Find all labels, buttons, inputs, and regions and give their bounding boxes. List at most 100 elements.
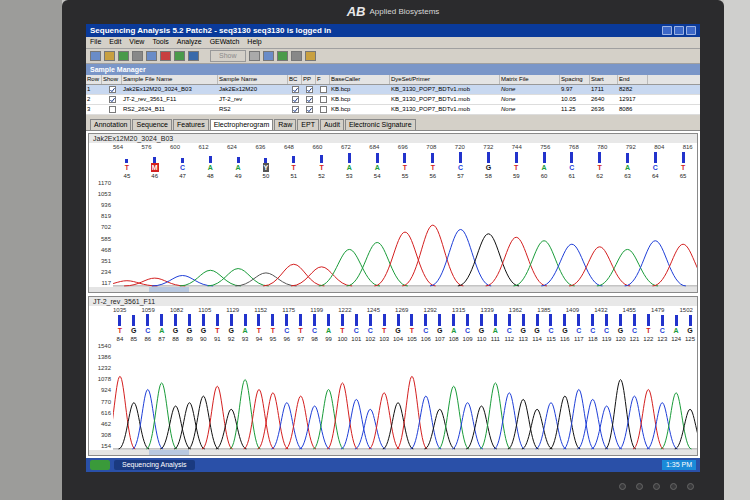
base-call[interactable]: M46 [141, 151, 169, 180]
monitor-button-icon[interactable] [687, 483, 694, 490]
base-call[interactable]: T51 [280, 151, 308, 180]
column-header[interactable]: PP [302, 75, 316, 84]
view-tab[interactable]: Electronic Signature [345, 119, 416, 130]
menu-item[interactable]: GEWatch [210, 37, 240, 48]
base-call[interactable]: C57 [447, 151, 475, 180]
column-header[interactable]: Sample Name [218, 75, 288, 84]
base-call[interactable]: T84 [113, 314, 127, 343]
base-call[interactable]: C98 [308, 314, 322, 343]
checkbox[interactable] [306, 86, 313, 93]
base-call[interactable]: C61 [558, 151, 586, 180]
view-tab[interactable]: Features [173, 119, 209, 130]
column-header[interactable]: DyeSet/Primer [390, 75, 500, 84]
table-row[interactable]: 1Jak2Ex12M20_3024_B03Jak2Ex12M20KB.bcpKB… [86, 85, 700, 95]
tool-icon[interactable] [305, 51, 316, 61]
view-tab[interactable]: Annotation [90, 119, 131, 130]
base-call[interactable]: G89 [183, 314, 197, 343]
menu-item[interactable]: Help [247, 37, 261, 48]
tool-icon[interactable] [249, 51, 260, 61]
checkbox[interactable] [306, 106, 313, 113]
base-call[interactable]: T52 [308, 151, 336, 180]
checkbox[interactable] [292, 96, 299, 103]
base-call[interactable]: T105 [405, 314, 419, 343]
base-call[interactable]: C123 [655, 314, 669, 343]
base-call[interactable]: C106 [419, 314, 433, 343]
show-button[interactable]: Show [210, 50, 246, 63]
checkbox[interactable] [320, 96, 327, 103]
view-tab[interactable]: Audit [320, 119, 344, 130]
base-call[interactable]: T45 [113, 151, 141, 180]
base-call[interactable]: A49 [224, 151, 252, 180]
base-call[interactable]: A111 [488, 314, 502, 343]
column-header[interactable]: F [316, 75, 330, 84]
base-call[interactable]: G120 [614, 314, 628, 343]
table-row[interactable]: 3RS2_2624_B11RS2KB.bcpKB_3130_POP7_BDTv1… [86, 105, 700, 115]
base-call[interactable]: G125 [683, 314, 697, 343]
base-call[interactable]: G116 [558, 314, 572, 343]
menu-item[interactable]: Edit [109, 37, 121, 48]
column-header[interactable]: Matrix File [500, 75, 560, 84]
monitor-button-icon[interactable] [636, 483, 643, 490]
menu-item[interactable]: File [90, 37, 101, 48]
tool-icon[interactable] [291, 51, 302, 61]
base-call[interactable]: G92 [224, 314, 238, 343]
base-call[interactable]: G90 [196, 314, 210, 343]
checkbox[interactable] [292, 106, 299, 113]
base-call[interactable]: Y50 [252, 151, 280, 180]
column-header[interactable]: Show [102, 75, 122, 84]
menu-item[interactable]: Tools [152, 37, 168, 48]
base-call[interactable]: A53 [335, 151, 363, 180]
base-call[interactable]: T65 [669, 151, 697, 180]
tool-icon[interactable] [132, 51, 143, 61]
checkbox[interactable] [109, 106, 116, 113]
base-call[interactable]: A93 [238, 314, 252, 343]
menu-item[interactable]: Analyze [177, 37, 202, 48]
tool-icon[interactable] [146, 51, 157, 61]
horizontal-scrollbar[interactable] [89, 450, 697, 455]
column-header[interactable]: Sample File Name [122, 75, 218, 84]
base-call[interactable]: A108 [447, 314, 461, 343]
base-call[interactable]: A60 [530, 151, 558, 180]
tool-icon[interactable] [174, 51, 185, 61]
base-call[interactable]: T55 [391, 151, 419, 180]
view-tab[interactable]: Raw [274, 119, 296, 130]
view-tab[interactable]: Sequence [132, 119, 172, 130]
close-icon[interactable] [686, 26, 696, 35]
base-call[interactable]: T91 [210, 314, 224, 343]
monitor-button-icon[interactable] [670, 483, 677, 490]
base-call[interactable]: C112 [502, 314, 516, 343]
checkbox[interactable] [320, 106, 327, 113]
column-header[interactable]: End [618, 75, 648, 84]
column-header[interactable]: BaseCaller [330, 75, 390, 84]
base-call[interactable]: C119 [600, 314, 614, 343]
base-call[interactable]: T56 [419, 151, 447, 180]
horizontal-scrollbar[interactable] [89, 287, 697, 292]
checkbox[interactable] [320, 86, 327, 93]
base-call[interactable]: C101 [349, 314, 363, 343]
column-header[interactable]: Spacing [560, 75, 590, 84]
monitor-button-icon[interactable] [619, 483, 626, 490]
base-call[interactable]: G114 [530, 314, 544, 343]
tool-icon[interactable] [277, 51, 288, 61]
base-call[interactable]: T94 [252, 314, 266, 343]
base-call[interactable]: G88 [169, 314, 183, 343]
base-call[interactable]: T62 [586, 151, 614, 180]
minimize-icon[interactable] [662, 26, 672, 35]
base-call[interactable]: C96 [280, 314, 294, 343]
base-call[interactable]: T122 [641, 314, 655, 343]
checkbox[interactable] [109, 96, 116, 103]
tool-icon[interactable] [188, 51, 199, 61]
base-call[interactable]: T100 [335, 314, 349, 343]
view-tab[interactable]: EPT [297, 119, 319, 130]
maximize-icon[interactable] [674, 26, 684, 35]
base-call[interactable]: A87 [155, 314, 169, 343]
base-call[interactable]: G113 [516, 314, 530, 343]
tool-icon[interactable] [263, 51, 274, 61]
base-call[interactable]: A124 [669, 314, 683, 343]
table-row[interactable]: 2JT-2_rev_3561_F11JT-2_revKB.bcpKB_3130_… [86, 95, 700, 105]
base-call[interactable]: C109 [461, 314, 475, 343]
base-call[interactable]: C115 [544, 314, 558, 343]
base-call[interactable]: C64 [641, 151, 669, 180]
tool-icon[interactable] [118, 51, 129, 61]
checkbox[interactable] [292, 86, 299, 93]
